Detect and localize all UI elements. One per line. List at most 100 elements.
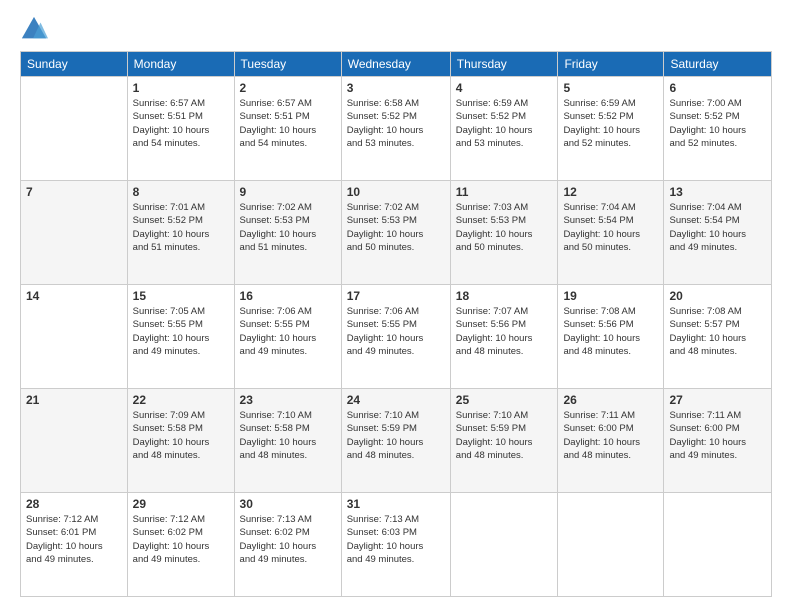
- day-info: Sunrise: 7:06 AMSunset: 5:55 PMDaylight:…: [347, 305, 445, 358]
- day-number: 20: [669, 289, 766, 303]
- day-info: Sunrise: 7:08 AMSunset: 5:56 PMDaylight:…: [563, 305, 658, 358]
- day-info: Sunrise: 7:03 AMSunset: 5:53 PMDaylight:…: [456, 201, 553, 254]
- day-number: 25: [456, 393, 553, 407]
- day-number: 18: [456, 289, 553, 303]
- calendar-cell: 15 Sunrise: 7:05 AMSunset: 5:55 PMDayligh…: [127, 285, 234, 389]
- calendar-cell: 24 Sunrise: 7:10 AMSunset: 5:59 PMDayligh…: [341, 389, 450, 493]
- day-number: 28: [26, 497, 122, 511]
- day-number: 30: [240, 497, 336, 511]
- calendar-cell: 23 Sunrise: 7:10 AMSunset: 5:58 PMDayligh…: [234, 389, 341, 493]
- calendar-cell: 1 Sunrise: 6:57 AMSunset: 5:51 PMDaylight…: [127, 77, 234, 181]
- day-number: 21: [26, 393, 122, 407]
- calendar-cell: 25 Sunrise: 7:10 AMSunset: 5:59 PMDayligh…: [450, 389, 558, 493]
- day-number: 16: [240, 289, 336, 303]
- day-number: 12: [563, 185, 658, 199]
- day-info: Sunrise: 7:05 AMSunset: 5:55 PMDaylight:…: [133, 305, 229, 358]
- weekday-header-row: SundayMondayTuesdayWednesdayThursdayFrid…: [21, 52, 772, 77]
- logo: [20, 15, 52, 43]
- day-info: Sunrise: 7:06 AMSunset: 5:55 PMDaylight:…: [240, 305, 336, 358]
- day-number: 2: [240, 81, 336, 95]
- day-number: 17: [347, 289, 445, 303]
- day-number: 6: [669, 81, 766, 95]
- calendar-cell: 22 Sunrise: 7:09 AMSunset: 5:58 PMDayligh…: [127, 389, 234, 493]
- day-number: 27: [669, 393, 766, 407]
- day-info: Sunrise: 6:57 AMSunset: 5:51 PMDaylight:…: [240, 97, 336, 150]
- calendar-cell: 16 Sunrise: 7:06 AMSunset: 5:55 PMDayligh…: [234, 285, 341, 389]
- calendar-cell: 5 Sunrise: 6:59 AMSunset: 5:52 PMDaylight…: [558, 77, 664, 181]
- calendar-cell: [21, 77, 128, 181]
- calendar-cell: 30 Sunrise: 7:13 AMSunset: 6:02 PMDayligh…: [234, 493, 341, 597]
- weekday-header-saturday: Saturday: [664, 52, 772, 77]
- day-number: 31: [347, 497, 445, 511]
- day-info: Sunrise: 7:02 AMSunset: 5:53 PMDaylight:…: [240, 201, 336, 254]
- calendar-cell: 31 Sunrise: 7:13 AMSunset: 6:03 PMDayligh…: [341, 493, 450, 597]
- calendar-cell: 28 Sunrise: 7:12 AMSunset: 6:01 PMDayligh…: [21, 493, 128, 597]
- week-row-1: 1 Sunrise: 6:57 AMSunset: 5:51 PMDaylight…: [21, 77, 772, 181]
- day-info: Sunrise: 7:09 AMSunset: 5:58 PMDaylight:…: [133, 409, 229, 462]
- calendar-cell: 9 Sunrise: 7:02 AMSunset: 5:53 PMDaylight…: [234, 181, 341, 285]
- day-number: 10: [347, 185, 445, 199]
- calendar-cell: 7: [21, 181, 128, 285]
- day-info: Sunrise: 6:59 AMSunset: 5:52 PMDaylight:…: [563, 97, 658, 150]
- day-number: 23: [240, 393, 336, 407]
- day-number: 3: [347, 81, 445, 95]
- day-info: Sunrise: 7:11 AMSunset: 6:00 PMDaylight:…: [563, 409, 658, 462]
- day-number: 29: [133, 497, 229, 511]
- weekday-header-wednesday: Wednesday: [341, 52, 450, 77]
- day-info: Sunrise: 7:01 AMSunset: 5:52 PMDaylight:…: [133, 201, 229, 254]
- day-info: Sunrise: 7:13 AMSunset: 6:03 PMDaylight:…: [347, 513, 445, 566]
- calendar-cell: 17 Sunrise: 7:06 AMSunset: 5:55 PMDayligh…: [341, 285, 450, 389]
- weekday-header-monday: Monday: [127, 52, 234, 77]
- day-info: Sunrise: 6:58 AMSunset: 5:52 PMDaylight:…: [347, 97, 445, 150]
- day-info: Sunrise: 7:02 AMSunset: 5:53 PMDaylight:…: [347, 201, 445, 254]
- calendar-cell: 26 Sunrise: 7:11 AMSunset: 6:00 PMDayligh…: [558, 389, 664, 493]
- calendar-cell: 8 Sunrise: 7:01 AMSunset: 5:52 PMDaylight…: [127, 181, 234, 285]
- logo-icon: [20, 15, 48, 43]
- day-info: Sunrise: 7:13 AMSunset: 6:02 PMDaylight:…: [240, 513, 336, 566]
- day-number: 13: [669, 185, 766, 199]
- day-number: 4: [456, 81, 553, 95]
- calendar-cell: 29 Sunrise: 7:12 AMSunset: 6:02 PMDayligh…: [127, 493, 234, 597]
- week-row-5: 28 Sunrise: 7:12 AMSunset: 6:01 PMDayligh…: [21, 493, 772, 597]
- calendar-cell: [558, 493, 664, 597]
- day-number: 1: [133, 81, 229, 95]
- day-info: Sunrise: 7:12 AMSunset: 6:01 PMDaylight:…: [26, 513, 122, 566]
- day-info: Sunrise: 7:04 AMSunset: 5:54 PMDaylight:…: [669, 201, 766, 254]
- calendar-cell: 12 Sunrise: 7:04 AMSunset: 5:54 PMDayligh…: [558, 181, 664, 285]
- week-row-2: 78 Sunrise: 7:01 AMSunset: 5:52 PMDayligh…: [21, 181, 772, 285]
- weekday-header-friday: Friday: [558, 52, 664, 77]
- calendar-cell: 21: [21, 389, 128, 493]
- day-info: Sunrise: 6:57 AMSunset: 5:51 PMDaylight:…: [133, 97, 229, 150]
- day-number: 7: [26, 185, 122, 199]
- day-number: 22: [133, 393, 229, 407]
- day-number: 5: [563, 81, 658, 95]
- day-info: Sunrise: 7:07 AMSunset: 5:56 PMDaylight:…: [456, 305, 553, 358]
- day-info: Sunrise: 7:12 AMSunset: 6:02 PMDaylight:…: [133, 513, 229, 566]
- weekday-header-thursday: Thursday: [450, 52, 558, 77]
- week-row-4: 21 22 Sunrise: 7:09 AMSunset: 5:58 PMDayli…: [21, 389, 772, 493]
- calendar-cell: [450, 493, 558, 597]
- day-number: 8: [133, 185, 229, 199]
- calendar-cell: [664, 493, 772, 597]
- day-info: Sunrise: 6:59 AMSunset: 5:52 PMDaylight:…: [456, 97, 553, 150]
- calendar-cell: 19 Sunrise: 7:08 AMSunset: 5:56 PMDayligh…: [558, 285, 664, 389]
- day-number: 9: [240, 185, 336, 199]
- day-info: Sunrise: 7:10 AMSunset: 5:59 PMDaylight:…: [347, 409, 445, 462]
- day-number: 14: [26, 289, 122, 303]
- calendar-cell: 27 Sunrise: 7:11 AMSunset: 6:00 PMDayligh…: [664, 389, 772, 493]
- calendar-cell: 11Sunrise: 7:03 AMSunset: 5:53 PMDayligh…: [450, 181, 558, 285]
- calendar-cell: 6Sunrise: 7:00 AMSunset: 5:52 PMDaylight…: [664, 77, 772, 181]
- calendar-cell: 14: [21, 285, 128, 389]
- calendar-cell: 2 Sunrise: 6:57 AMSunset: 5:51 PMDaylight…: [234, 77, 341, 181]
- day-info: Sunrise: 7:10 AMSunset: 5:58 PMDaylight:…: [240, 409, 336, 462]
- header: [20, 15, 772, 43]
- day-number: 24: [347, 393, 445, 407]
- day-number: 19: [563, 289, 658, 303]
- day-info: Sunrise: 7:11 AMSunset: 6:00 PMDaylight:…: [669, 409, 766, 462]
- day-info: Sunrise: 7:04 AMSunset: 5:54 PMDaylight:…: [563, 201, 658, 254]
- day-number: 26: [563, 393, 658, 407]
- day-info: Sunrise: 7:10 AMSunset: 5:59 PMDaylight:…: [456, 409, 553, 462]
- calendar-table: SundayMondayTuesdayWednesdayThursdayFrid…: [20, 51, 772, 597]
- weekday-header-tuesday: Tuesday: [234, 52, 341, 77]
- day-number: 15: [133, 289, 229, 303]
